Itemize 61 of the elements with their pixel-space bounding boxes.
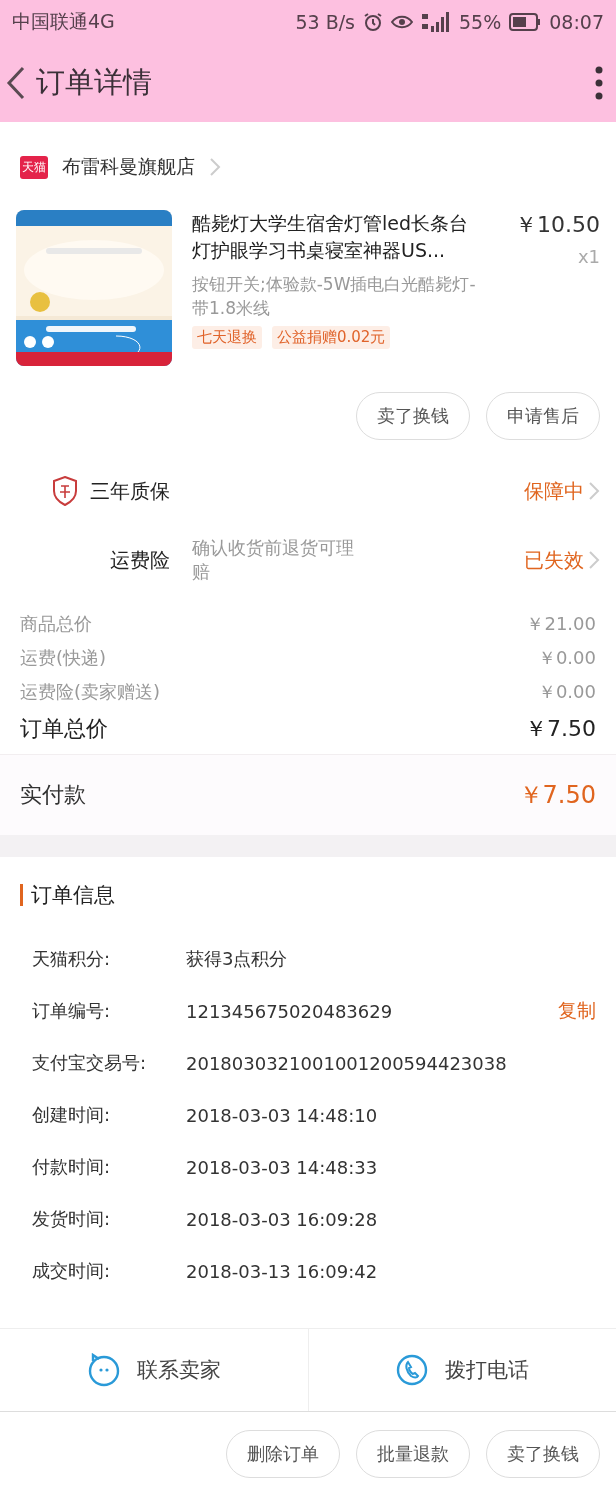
price-label: 订单总价 bbox=[20, 715, 108, 743]
service-label: 三年质保 bbox=[90, 477, 170, 505]
action-button[interactable]: 卖了换钱 bbox=[486, 1430, 600, 1478]
action-button[interactable]: 删除订单 bbox=[226, 1430, 340, 1478]
service-label: 运费险 bbox=[110, 546, 170, 574]
alarm-icon bbox=[363, 12, 383, 32]
info-label: 成交时间: bbox=[32, 1259, 112, 1283]
info-label: 支付宝交易号: bbox=[32, 1051, 148, 1075]
info-value: 121345675020483629 bbox=[186, 1000, 394, 1022]
more-icon[interactable] bbox=[594, 66, 604, 100]
action-button[interactable]: 批量退款 bbox=[356, 1430, 470, 1478]
info-label: 创建时间: bbox=[32, 1103, 112, 1127]
info-label: 付款时间: bbox=[32, 1155, 112, 1179]
info-label: 发货时间: bbox=[32, 1207, 112, 1231]
price-value: ￥0.00 bbox=[537, 646, 596, 670]
chat-face-icon bbox=[86, 1353, 121, 1387]
store-name[interactable]: 布雷科曼旗舰店 bbox=[62, 154, 195, 180]
chevron-right-icon bbox=[588, 550, 600, 570]
price-value: ￥7.50 bbox=[525, 715, 596, 743]
price-value: ￥0.00 bbox=[537, 680, 596, 704]
eye-icon bbox=[391, 14, 413, 30]
info-value: 2018-03-13 16:09:42 bbox=[186, 1260, 379, 1282]
product-title[interactable]: 酷毙灯大学生宿舍灯管led长条台灯护眼学习书桌寝室神器US... bbox=[192, 210, 484, 264]
price-label: 运费(快递) bbox=[20, 646, 107, 670]
carrier-name: 中国联通4G bbox=[12, 9, 115, 34]
accent-bar bbox=[20, 884, 23, 906]
service-tag: 公益捐赠0.02元 bbox=[272, 326, 391, 349]
service-status[interactable]: 已失效 bbox=[524, 546, 600, 574]
service-tag: 七天退换 bbox=[192, 326, 262, 349]
info-value: 2018-03-03 14:48:10 bbox=[186, 1104, 379, 1126]
product-spec: 按钮开关;体验款-5W插电白光酷毙灯-带1.8米线 bbox=[192, 273, 477, 320]
action-button[interactable]: 申请售后 bbox=[486, 392, 600, 440]
product-quantity: x1 bbox=[577, 246, 600, 267]
signal-icon bbox=[421, 12, 451, 32]
network-speed: 53 B/s bbox=[295, 11, 355, 33]
info-value: 2018-03-03 16:09:28 bbox=[186, 1208, 379, 1230]
price-label: 运费险(卖家赠送) bbox=[20, 680, 161, 704]
section-title: 订单信息 bbox=[31, 882, 115, 909]
product-price: ￥10.50 bbox=[515, 211, 600, 239]
price-label: 商品总价 bbox=[20, 612, 92, 636]
paid-label: 实付款 bbox=[20, 781, 86, 809]
tmall-badge: 天猫 bbox=[20, 155, 48, 179]
info-label: 天猫积分: bbox=[32, 947, 112, 971]
price-value: ￥21.00 bbox=[526, 612, 596, 636]
info-value: 获得3点积分 bbox=[186, 947, 289, 971]
shield-icon bbox=[52, 476, 78, 506]
info-value: 2018030321001001200594423038 bbox=[186, 1052, 508, 1074]
chevron-right-icon bbox=[588, 481, 600, 501]
phone-icon bbox=[395, 1353, 430, 1387]
copy-button[interactable]: 复制 bbox=[558, 998, 596, 1024]
info-value: 2018-03-03 14:48:33 bbox=[186, 1156, 379, 1178]
chevron-right-icon bbox=[209, 157, 221, 177]
back-icon[interactable] bbox=[6, 66, 26, 100]
page-title: 订单详情 bbox=[36, 64, 153, 101]
battery-percent: 55% bbox=[459, 11, 502, 33]
service-note: 确认收货前退货可理赔 bbox=[191, 536, 355, 584]
paid-amount: ￥7.50 bbox=[518, 780, 596, 811]
clock-time: 08:07 bbox=[549, 11, 604, 33]
battery-icon bbox=[509, 13, 542, 31]
info-label: 订单编号: bbox=[32, 999, 112, 1023]
action-button[interactable]: 卖了换钱 bbox=[356, 392, 470, 440]
